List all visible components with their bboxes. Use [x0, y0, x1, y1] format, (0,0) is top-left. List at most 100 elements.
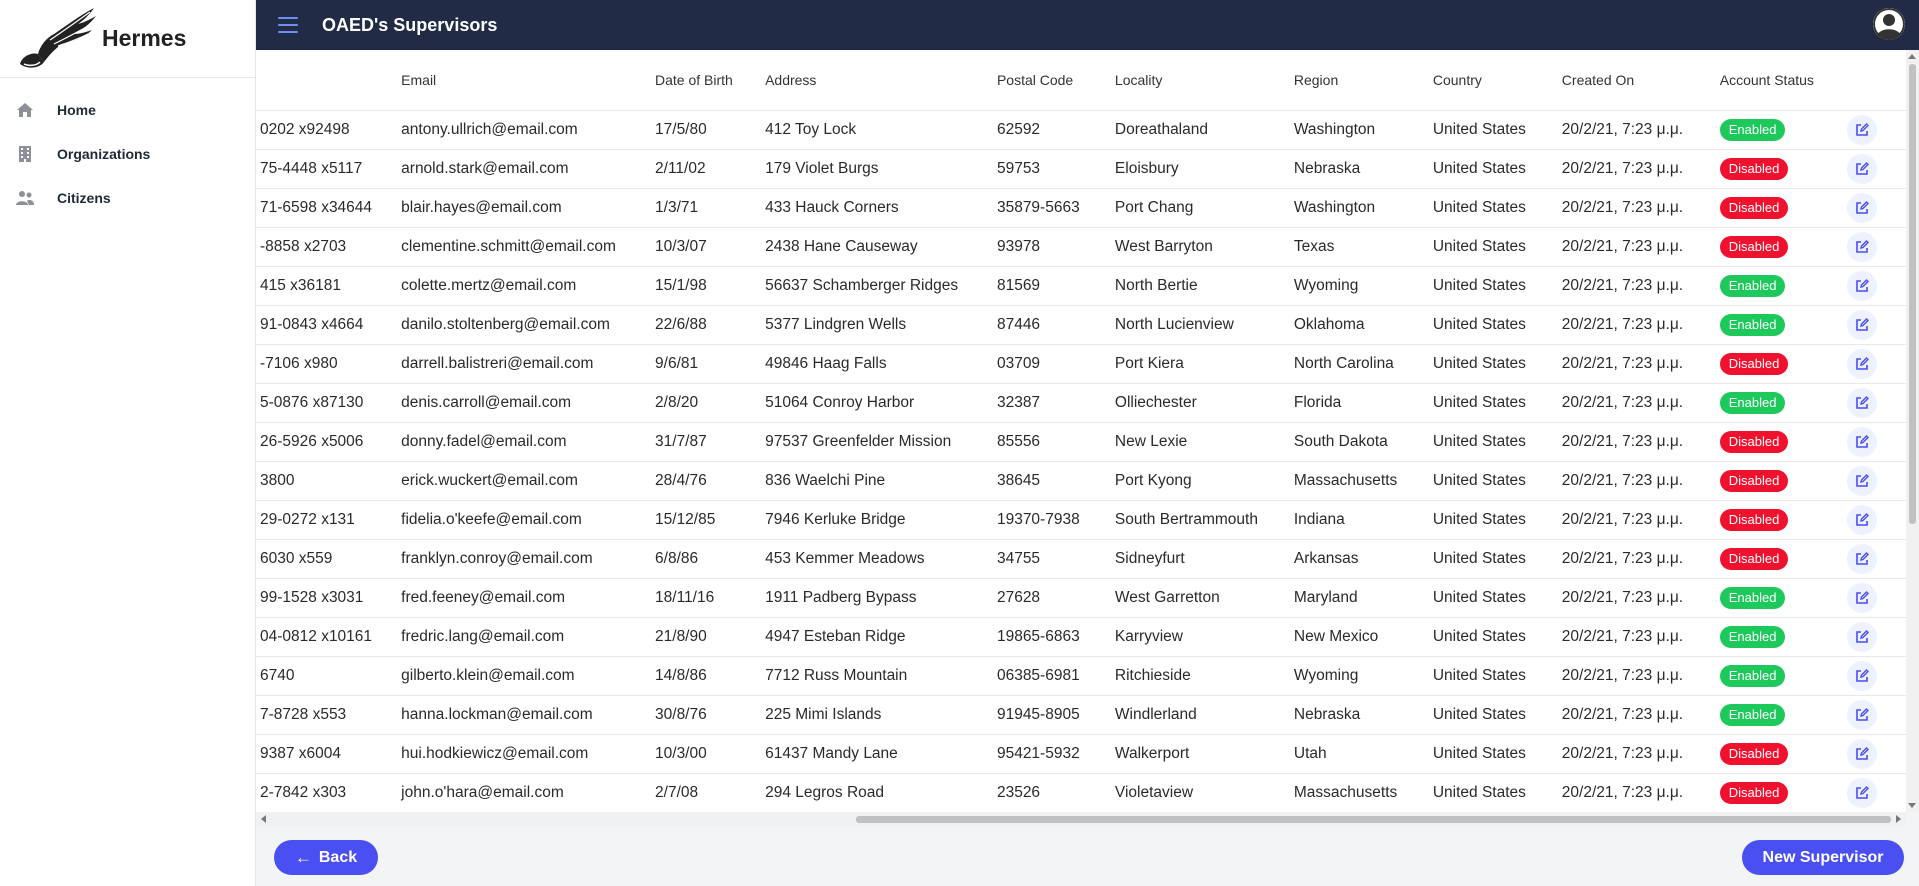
- supervisors-table: Email Date of Birth Address Postal Code Loca…: [256, 50, 1906, 812]
- supervisors-table-container[interactable]: Email Date of Birth Address Postal Code Loca…: [256, 50, 1906, 812]
- edit-icon: [1855, 785, 1869, 799]
- cell-address: 225 Mimi Islands: [765, 695, 997, 735]
- edit-button[interactable]: [1846, 426, 1877, 457]
- account-status-cell: Disabled: [1719, 149, 1847, 189]
- status-badge: Disabled: [1719, 547, 1789, 570]
- cell-actions: [1846, 383, 1906, 423]
- column-header-phone: [256, 50, 402, 111]
- cell-date-of-birth: 2/7/08: [655, 773, 766, 812]
- account-status-cell: Disabled: [1719, 734, 1847, 774]
- sidebar-item-organizations[interactable]: Organizations: [0, 132, 255, 176]
- cell-region: Indiana: [1293, 500, 1433, 540]
- brand[interactable]: Hermes: [0, 0, 255, 78]
- edit-button[interactable]: [1846, 270, 1877, 301]
- cell-date-of-birth: 28/4/76: [655, 461, 766, 501]
- cell-region: Massachusetts: [1293, 461, 1433, 501]
- column-header-postal-code: Postal Code: [996, 50, 1115, 111]
- cell-date-of-birth: 2/8/20: [655, 383, 766, 423]
- cell-email: danilo.stoltenberg@email.com: [401, 305, 656, 345]
- edit-button[interactable]: [1846, 114, 1877, 145]
- scroll-down-arrow-icon[interactable]: [1908, 803, 1916, 808]
- edit-icon: [1855, 746, 1869, 760]
- cell-locality: North Bertie: [1114, 266, 1294, 306]
- cell-locality: New Lexie: [1114, 422, 1294, 462]
- cell-address: 61437 Mandy Lane: [765, 734, 997, 774]
- new-supervisor-button[interactable]: New Supervisor: [1742, 840, 1904, 875]
- horizontal-scrollbar[interactable]: [256, 812, 1906, 826]
- hamburger-menu-icon[interactable]: [278, 17, 298, 33]
- cell-country: United States: [1432, 461, 1562, 501]
- edit-button[interactable]: [1846, 699, 1877, 730]
- cell-postal-code: 81569: [996, 266, 1115, 306]
- edit-button[interactable]: [1846, 543, 1877, 574]
- edit-button[interactable]: [1846, 309, 1877, 340]
- scroll-right-arrow-icon[interactable]: [1896, 815, 1901, 823]
- cell-created-on: 20/2/21, 7:23 μ.μ.: [1561, 773, 1720, 812]
- cell-created-on: 20/2/21, 7:23 μ.μ.: [1561, 578, 1720, 618]
- sidebar-item-home[interactable]: Home: [0, 88, 255, 132]
- cell-locality: West Barryton: [1114, 227, 1294, 267]
- cell-address: 2438 Hane Causeway: [765, 227, 997, 267]
- users-icon: [15, 188, 35, 208]
- edit-button[interactable]: [1846, 777, 1877, 808]
- account-status-cell: Enabled: [1719, 305, 1847, 345]
- account-status-cell: Enabled: [1719, 383, 1847, 423]
- column-header-account-status: Account Status: [1719, 50, 1847, 111]
- edit-button[interactable]: [1846, 582, 1877, 613]
- column-header-email: Email: [401, 50, 656, 111]
- edit-button[interactable]: [1846, 465, 1877, 496]
- cell-created-on: 20/2/21, 7:23 μ.μ.: [1561, 266, 1720, 306]
- status-badge: Disabled: [1719, 781, 1789, 804]
- cell-region: Utah: [1293, 734, 1433, 774]
- edit-button[interactable]: [1846, 738, 1877, 769]
- edit-button[interactable]: [1846, 153, 1877, 184]
- edit-button[interactable]: [1846, 504, 1877, 535]
- edit-icon: [1855, 122, 1869, 136]
- scroll-left-arrow-icon[interactable]: [261, 815, 266, 823]
- cell-locality: Port Chang: [1114, 188, 1294, 228]
- edit-icon: [1855, 707, 1869, 721]
- status-badge: Disabled: [1719, 469, 1789, 492]
- status-badge: Enabled: [1719, 664, 1786, 687]
- cell-postal-code: 35879-5663: [996, 188, 1115, 228]
- cell-date-of-birth: 30/8/76: [655, 695, 766, 735]
- scroll-up-arrow-icon[interactable]: [1908, 54, 1916, 59]
- cell-email: hanna.lockman@email.com: [401, 695, 656, 735]
- edit-button[interactable]: [1846, 231, 1877, 262]
- edit-icon: [1855, 473, 1869, 487]
- cell-region: South Dakota: [1293, 422, 1433, 462]
- edit-icon: [1855, 161, 1869, 175]
- vertical-scrollbar[interactable]: [1906, 50, 1919, 812]
- cell-actions: [1846, 500, 1906, 540]
- cell-country: United States: [1432, 188, 1562, 228]
- vertical-scroll-thumb[interactable]: [1909, 64, 1916, 524]
- cell-phone: 9387 x6004: [256, 734, 402, 774]
- top-bar: OAED's Supervisors: [256, 0, 1919, 50]
- edit-button[interactable]: [1846, 192, 1877, 223]
- cell-country: United States: [1432, 734, 1562, 774]
- cell-postal-code: 27628: [996, 578, 1115, 618]
- edit-button[interactable]: [1846, 348, 1877, 379]
- sidebar-item-label: Home: [57, 102, 96, 118]
- status-badge: Enabled: [1719, 703, 1786, 726]
- cell-created-on: 20/2/21, 7:23 μ.μ.: [1561, 227, 1720, 267]
- cell-postal-code: 38645: [996, 461, 1115, 501]
- account-status-cell: Enabled: [1719, 110, 1847, 150]
- account-status-cell: Disabled: [1719, 500, 1847, 540]
- horizontal-scroll-thumb[interactable]: [856, 816, 1891, 823]
- edit-button[interactable]: [1846, 387, 1877, 418]
- cell-created-on: 20/2/21, 7:23 μ.μ.: [1561, 500, 1720, 540]
- edit-button[interactable]: [1846, 621, 1877, 652]
- back-button[interactable]: ← Back: [274, 840, 378, 875]
- cell-email: hui.hodkiewicz@email.com: [401, 734, 656, 774]
- cell-locality: Sidneyfurt: [1114, 539, 1294, 579]
- avatar[interactable]: [1873, 8, 1905, 40]
- cell-email: gilberto.klein@email.com: [401, 656, 656, 696]
- user-avatar-icon: [1873, 8, 1905, 40]
- edit-icon: [1855, 590, 1869, 604]
- cell-date-of-birth: 1/3/71: [655, 188, 766, 228]
- sidebar-item-citizens[interactable]: Citizens: [0, 176, 255, 220]
- table-row: 7-8728 x553 hanna.lockman@email.com 30/8/7…: [256, 695, 1906, 735]
- cell-country: United States: [1432, 695, 1562, 735]
- edit-button[interactable]: [1846, 660, 1877, 691]
